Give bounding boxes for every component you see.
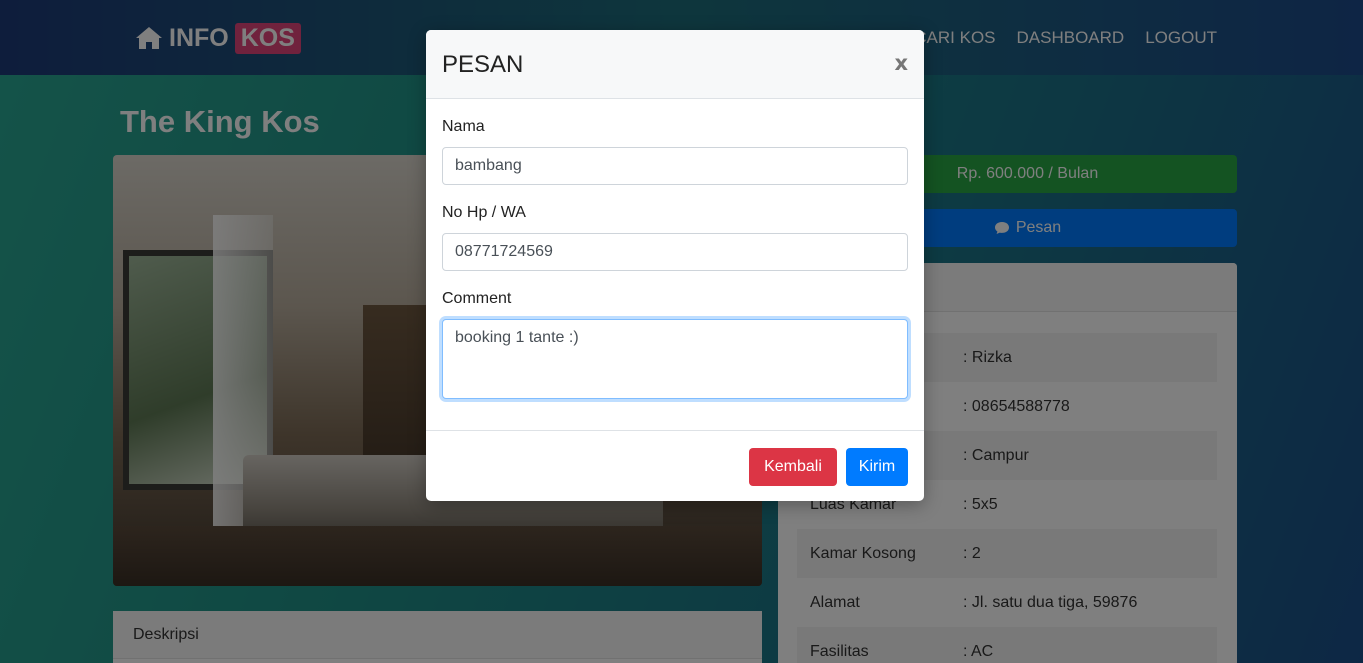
pesan-modal: PESAN x Nama No Hp / WA Comment booking …	[426, 30, 924, 501]
comment-label: Comment	[442, 290, 512, 307]
comment-field[interactable]: booking 1 tante :)	[442, 319, 908, 399]
nama-label: Nama	[442, 118, 485, 135]
modal-title: PESAN	[442, 51, 524, 78]
hp-label: No Hp / WA	[442, 204, 526, 221]
modal-footer: Kembali Kirim	[426, 430, 924, 501]
modal-header: PESAN x	[426, 30, 924, 99]
close-button[interactable]: x	[894, 51, 908, 75]
kembali-button[interactable]: Kembali	[749, 448, 837, 486]
hp-field[interactable]	[442, 233, 908, 271]
kirim-button[interactable]: Kirim	[846, 448, 908, 486]
nama-field[interactable]	[442, 147, 908, 185]
